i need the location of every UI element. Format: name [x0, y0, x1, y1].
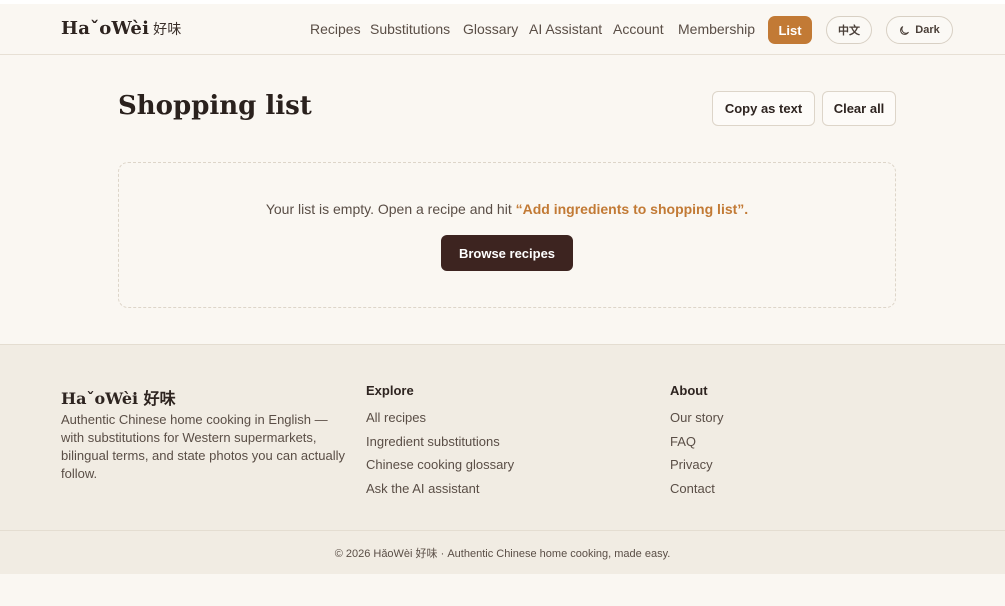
footer-explore-heading: Explore — [366, 383, 414, 398]
moon-icon — [900, 25, 910, 35]
footer-about-heading: About — [670, 383, 708, 398]
page-title: Shopping list — [118, 91, 312, 121]
add-ingredients-hint: “Add ingredients to shopping list”. — [515, 201, 749, 217]
shopping-list-button[interactable]: List — [768, 16, 812, 44]
site-header: HaˇoWèi 好味 Recipes Substitutions Glossary… — [0, 4, 1005, 55]
footer-copyright-bar: © 2026 HǎoWèi 好味 · Authentic Chinese hom… — [0, 530, 1005, 575]
footer-link-contact[interactable]: Contact — [670, 477, 723, 501]
empty-state-text: Your list is empty. Open a recipe and hi… — [265, 201, 516, 217]
copy-as-text-button[interactable]: Copy as text — [712, 91, 815, 126]
footer-logo[interactable]: HaˇoWèi 好味 — [61, 385, 176, 409]
nav-substitutions[interactable]: Substitutions — [370, 20, 450, 38]
nav-ai-assistant[interactable]: AI Assistant — [529, 20, 602, 38]
site-footer: HaˇoWèi 好味 Authentic Chinese home cookin… — [0, 344, 1005, 574]
footer-description: Authentic Chinese home cooking in Englis… — [61, 412, 346, 481]
nav-glossary[interactable]: Glossary — [463, 20, 518, 38]
language-toggle-button[interactable]: 中文 — [826, 16, 872, 44]
footer-about-column: About Our story FAQ Privacy Contact — [670, 383, 723, 500]
empty-state-panel: Your list is empty. Open a recipe and hi… — [118, 162, 896, 308]
copyright-text: © 2026 HǎoWèi 好味 · Authentic Chinese hom… — [334, 548, 671, 560]
browse-recipes-button[interactable]: Browse recipes — [441, 235, 573, 271]
logo-latin: HaˇoWèi — [61, 18, 150, 39]
nav-recipes[interactable]: Recipes — [310, 20, 361, 38]
footer-link-glossary[interactable]: Chinese cooking glossary — [366, 453, 514, 477]
footer-link-all-recipes[interactable]: All recipes — [366, 406, 514, 430]
site-logo[interactable]: HaˇoWèi 好味 — [61, 18, 182, 39]
theme-toggle-button[interactable]: Dark — [886, 16, 953, 44]
clear-all-button[interactable]: Clear all — [822, 91, 896, 126]
footer-link-privacy[interactable]: Privacy — [670, 453, 723, 477]
footer-explore-column: Explore All recipes Ingredient substitut… — [366, 383, 514, 500]
nav-membership[interactable]: Membership — [678, 20, 755, 38]
nav-account[interactable]: Account — [613, 20, 664, 38]
theme-toggle-label: Dark — [915, 24, 940, 36]
footer-link-our-story[interactable]: Our story — [670, 406, 723, 430]
footer-link-faq[interactable]: FAQ — [670, 430, 723, 454]
footer-link-ai-assistant[interactable]: Ask the AI assistant — [366, 477, 514, 501]
footer-link-substitutions[interactable]: Ingredient substitutions — [366, 430, 514, 454]
logo-chinese: 好味 — [153, 22, 182, 38]
empty-state-message: Your list is empty. Open a recipe and hi… — [119, 201, 895, 217]
